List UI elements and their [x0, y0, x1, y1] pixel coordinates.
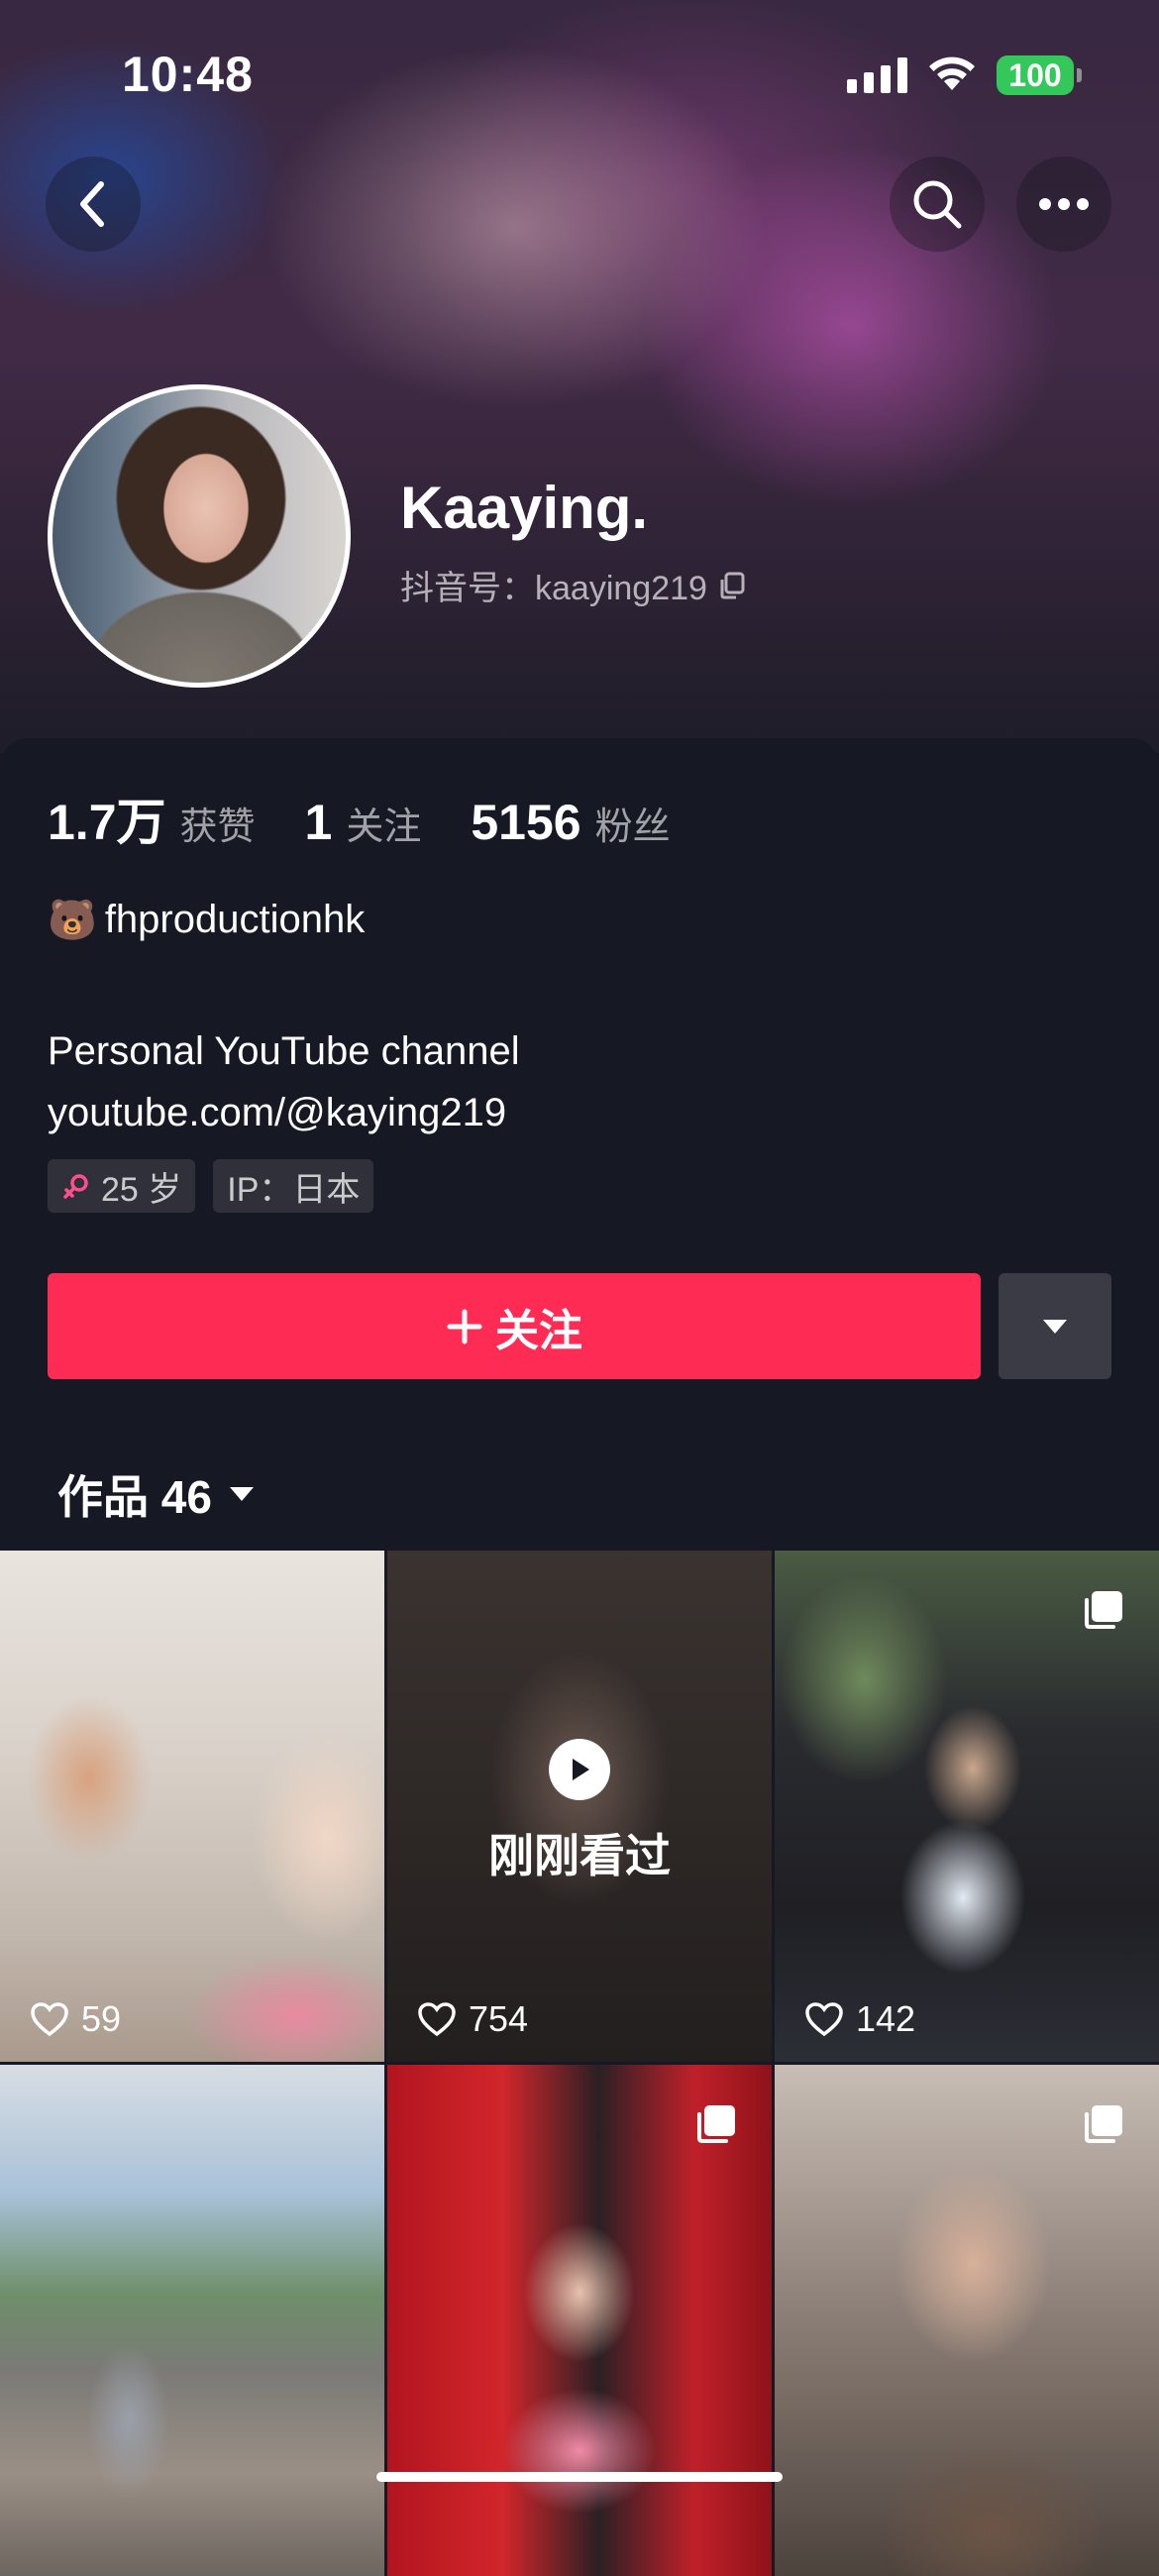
caret-down-icon [229, 1487, 254, 1501]
follow-options-dropdown-button[interactable] [999, 1273, 1111, 1379]
home-indicator[interactable] [376, 2472, 783, 2482]
more-dots-icon [1039, 198, 1089, 210]
tab-works[interactable]: 作品 46 [57, 1461, 256, 1527]
stat-likes-value: 1.7万 [48, 795, 166, 850]
play-icon [549, 1739, 610, 1800]
age-text: 25 岁 [101, 1170, 182, 1209]
status-bar: 10:48 100 [0, 0, 1159, 149]
like-count: 142 [804, 1998, 915, 2040]
chevron-left-icon [80, 181, 104, 227]
tagline-text: fhproductionhk [104, 898, 366, 941]
douyin-id-text: 抖音号：kaaying219 [400, 570, 707, 607]
stat-likes[interactable]: 1.7万 获赞 [48, 783, 256, 854]
battery-cap [1077, 68, 1082, 82]
plus-icon [447, 1309, 482, 1343]
stat-followers[interactable]: 5156 粉丝 [471, 794, 670, 851]
stat-following-label: 关注 [346, 806, 422, 848]
back-button[interactable] [46, 157, 141, 252]
profile-avatar[interactable] [48, 384, 351, 688]
search-icon [913, 180, 962, 229]
caret-down-icon [1043, 1319, 1067, 1334]
multi-image-icon [697, 2105, 735, 2143]
bio-line-2[interactable]: youtube.com/@kaying219 [48, 1082, 520, 1143]
follow-button[interactable]: 关注 [48, 1273, 981, 1379]
image-post-thumbnail[interactable]: 142 [775, 1551, 1159, 2062]
like-count: 754 [417, 1998, 528, 2040]
heart-outline-icon [418, 2002, 456, 2037]
more-options-button[interactable] [1016, 157, 1111, 252]
profile-chips: 25 岁 IP：日本 [48, 1159, 374, 1213]
douyin-id-row[interactable]: 抖音号：kaaying219 [400, 561, 747, 609]
stat-following[interactable]: 1 关注 [305, 794, 422, 851]
status-time: 10:48 [122, 47, 254, 102]
stat-likes-label: 获赞 [179, 806, 256, 848]
recently-watched-overlay: 刚刚看过 [387, 1739, 772, 1885]
like-count-value: 754 [469, 1998, 529, 2039]
recently-watched-label: 刚刚看过 [488, 1830, 671, 1881]
multi-image-icon [1085, 1591, 1122, 1629]
stat-followers-label: 粉丝 [594, 806, 671, 848]
copy-icon[interactable] [717, 571, 747, 600]
ip-location-chip: IP：日本 [213, 1159, 374, 1213]
cellular-signal-icon [847, 57, 907, 93]
video-thumbnail[interactable]: 刚刚看过 754 [387, 1551, 772, 2062]
multi-image-icon [1085, 2105, 1122, 2143]
search-button[interactable] [890, 157, 985, 252]
video-thumbnail[interactable] [0, 2065, 384, 2576]
ip-location-text: IP：日本 [227, 1170, 361, 1209]
bio-line-1: Personal YouTube channel [48, 1029, 520, 1073]
profile-name: Kaaying. [400, 475, 649, 541]
age-chip: 25 岁 [48, 1159, 196, 1213]
works-tab-label: 作品 46 [57, 1471, 212, 1523]
follow-button-label: 关注 [495, 1306, 582, 1355]
heart-outline-icon [805, 2002, 843, 2037]
stat-followers-value: 5156 [471, 795, 581, 850]
wifi-icon [929, 56, 975, 90]
profile-tagline: 🐻 fhproductionhk [48, 897, 365, 943]
like-count: 59 [30, 1998, 121, 2040]
image-post-thumbnail[interactable] [775, 2065, 1159, 2576]
bear-emoji-icon: 🐻 [48, 899, 97, 942]
profile-stats: 1.7万 获赞 1 关注 5156 粉丝 [48, 783, 720, 854]
works-grid: 59 刚刚看过 754 142 [0, 1551, 1159, 2576]
like-count-value: 59 [81, 1998, 122, 2039]
female-gender-icon [63, 1174, 88, 1199]
heart-outline-icon [31, 2002, 68, 2037]
profile-bio: Personal YouTube channel youtube.com/@ka… [48, 1020, 520, 1143]
like-count-value: 142 [856, 1998, 916, 2039]
battery-icon: 100 [997, 55, 1074, 95]
video-thumbnail[interactable]: 59 [0, 1551, 384, 2062]
image-post-thumbnail[interactable] [387, 2065, 772, 2576]
stat-following-value: 1 [304, 795, 333, 850]
